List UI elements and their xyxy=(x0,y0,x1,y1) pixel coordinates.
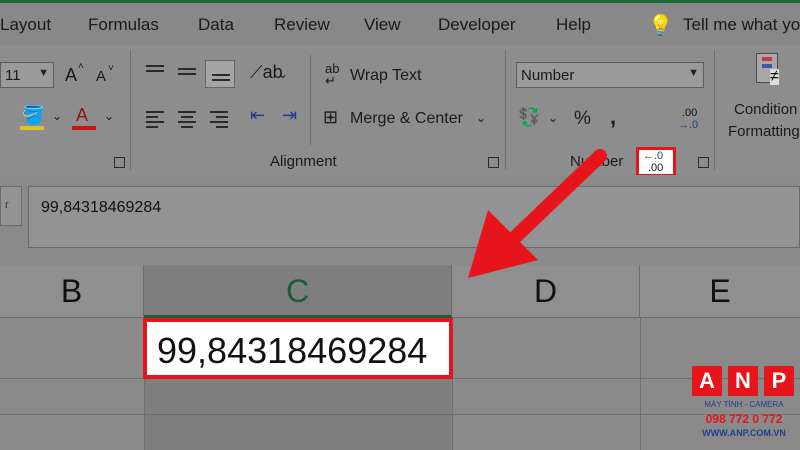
align-middle-icon[interactable] xyxy=(178,68,196,78)
shrink-font-button[interactable]: A xyxy=(96,68,106,85)
tab-view[interactable]: View xyxy=(364,15,401,35)
decrease-decimal-bottom: →.0 xyxy=(678,119,699,131)
font-color-bar xyxy=(72,126,96,130)
percent-style-button[interactable]: % xyxy=(574,108,591,130)
formula-input[interactable]: 99,84318469284 xyxy=(28,186,800,248)
anp-logo: A N P MÁY TÍNH - CAMERA 098 772 0 772 WW… xyxy=(692,366,796,446)
decrease-decimal-button[interactable]: .00 →.0 xyxy=(678,107,702,135)
align-bottom-icon xyxy=(212,74,230,84)
red-arrow-annotation xyxy=(468,149,607,278)
name-box[interactable]: r xyxy=(0,186,22,226)
formula-value: 99,84318469284 xyxy=(41,199,162,216)
logo-phone: 098 772 0 772 xyxy=(705,412,783,426)
increase-decimal-bottom: .00 xyxy=(648,162,664,174)
increase-indent-icon[interactable]: ⇥ xyxy=(282,105,297,126)
tab-page-layout[interactable]: Layout xyxy=(0,15,51,35)
number-format-value: Number xyxy=(521,67,575,84)
selected-cell-c[interactable]: 99,84318469284 xyxy=(143,318,453,379)
font-color-icon[interactable]: A xyxy=(76,105,88,126)
caret-down-small-icon: ˅ xyxy=(108,63,114,74)
merge-center-icon[interactable]: ⊞ xyxy=(323,107,338,128)
conditional-formatting-label-2[interactable]: Formatting xyxy=(728,123,800,140)
chevron-down-icon[interactable]: ⌄ xyxy=(476,111,486,125)
chevron-down-icon[interactable]: ⌄ xyxy=(548,111,558,125)
cell-value: 99,84318469284 xyxy=(157,330,428,371)
align-top-icon[interactable] xyxy=(146,65,164,75)
column-header-row: B C D E xyxy=(0,265,800,318)
ribbon-tabs: Layout Formulas Data Review View Develop… xyxy=(0,3,800,45)
accounting-format-icon[interactable]: 💱 xyxy=(518,107,540,128)
number-format-combo[interactable]: Number ▼ xyxy=(516,62,704,88)
tab-help[interactable]: Help xyxy=(556,15,591,35)
align-bottom-button[interactable] xyxy=(205,60,235,88)
tab-data[interactable]: Data xyxy=(198,15,234,35)
arrow-shaft xyxy=(501,149,607,251)
logo-letter-a: A xyxy=(692,366,722,396)
chevron-down-icon: ▼ xyxy=(38,67,49,79)
font-dialog-launcher-icon[interactable] xyxy=(114,157,125,168)
chevron-down-icon[interactable]: ⌄ xyxy=(278,67,288,81)
column-header-e[interactable]: E xyxy=(640,265,800,318)
col-gridline xyxy=(640,318,641,450)
decrease-decimal-top: .00 xyxy=(682,107,698,119)
tell-me-search[interactable]: Tell me what yo xyxy=(683,15,800,35)
chevron-down-icon[interactable]: ⌄ xyxy=(104,109,114,123)
number-dialog-launcher-icon[interactable] xyxy=(698,157,709,168)
logo-site: WWW.ANP.COM.VN xyxy=(702,428,786,438)
name-box-partial: r xyxy=(5,199,9,211)
comma-style-button[interactable]: , xyxy=(610,104,616,130)
merge-center-button[interactable]: Merge & Center xyxy=(350,110,463,128)
logo-tagline: MÁY TÍNH - CAMERA xyxy=(704,400,784,409)
group-separator xyxy=(714,50,715,170)
wrap-text-icon[interactable]: ab ↵ xyxy=(325,62,339,87)
increase-decimal-top: ←.0 xyxy=(643,150,664,162)
conditional-formatting-icon[interactable]: ≠ xyxy=(756,53,786,89)
chevron-down-icon: ▼ xyxy=(688,67,699,79)
grow-font-button[interactable]: A xyxy=(65,65,77,86)
increase-decimal-button[interactable]: ←.0 .00 xyxy=(636,147,676,177)
font-size-value: 11 xyxy=(5,67,21,84)
red-bar-shape xyxy=(762,57,772,61)
row-gridline xyxy=(0,414,800,415)
column-header-c[interactable]: C xyxy=(144,265,452,318)
align-center-icon[interactable] xyxy=(178,111,196,131)
caret-up-icon: ˄ xyxy=(78,61,84,72)
not-equal-icon: ≠ xyxy=(770,68,779,85)
tab-review[interactable]: Review xyxy=(274,15,330,35)
wrap-text-button[interactable]: Wrap Text xyxy=(350,67,421,85)
lightbulb-icon: 💡 xyxy=(648,15,673,37)
conditional-formatting-label-1[interactable]: Condition xyxy=(734,101,797,118)
group-separator xyxy=(130,50,131,170)
font-size-combo[interactable]: 11 ▼ xyxy=(0,62,54,88)
align-right-icon[interactable] xyxy=(210,111,228,131)
logo-letter-p: P xyxy=(764,366,794,396)
tab-developer[interactable]: Developer xyxy=(438,15,516,35)
ribbon: 11 ▼ A ˄ A ˅ 🪣 ⌄ A ⌄ ⟋ab ⌄ ⇤ ⇥ ab ↵ Wrap … xyxy=(0,45,800,177)
chevron-down-icon[interactable]: ⌄ xyxy=(52,109,62,123)
tab-formulas[interactable]: Formulas xyxy=(88,15,159,35)
fill-color-icon[interactable]: 🪣 xyxy=(22,105,44,126)
alignment-group-label: Alignment xyxy=(270,153,337,170)
decrease-indent-icon[interactable]: ⇤ xyxy=(250,105,265,126)
align-left-icon[interactable] xyxy=(146,111,164,131)
column-header-b[interactable]: B xyxy=(0,265,144,318)
logo-letter-n: N xyxy=(728,366,758,396)
group-separator xyxy=(310,55,311,145)
fill-color-bar xyxy=(20,126,44,130)
